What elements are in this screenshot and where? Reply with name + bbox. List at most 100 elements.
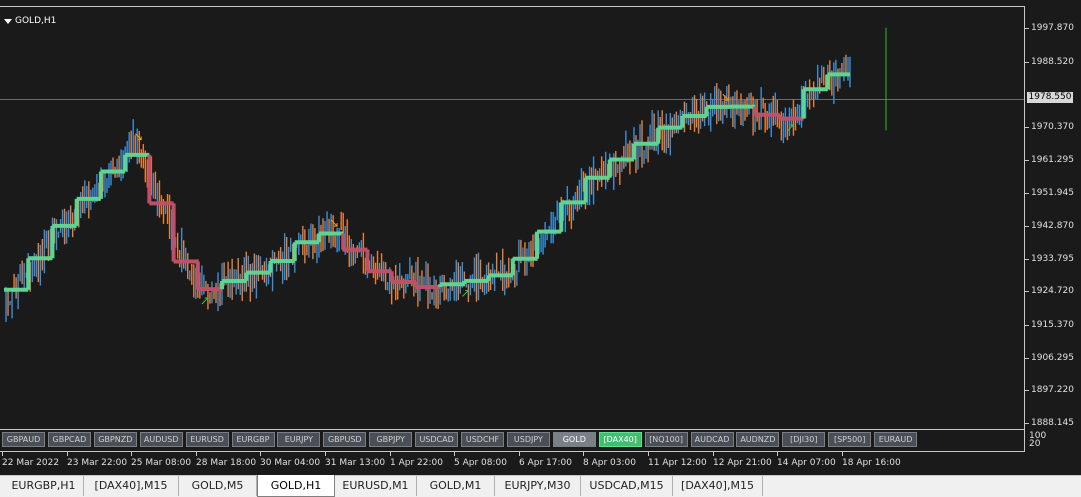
price-tick: 1924.720	[1025, 286, 1081, 298]
current-price-label: 1978.550	[1027, 92, 1073, 103]
price-tick: 1915.370	[1025, 320, 1081, 332]
chart-tab[interactable]: [DAX40],M15	[84, 476, 179, 496]
time-tick-mark	[842, 452, 843, 456]
symbol-button[interactable]: [NQ100]	[644, 432, 688, 447]
sell-arrow-icon: ↘	[133, 130, 143, 144]
price-tick: 1951.945	[1025, 188, 1081, 200]
time-tick-label: 30 Mar 04:00	[260, 458, 321, 468]
time-tick-label: 28 Mar 18:00	[196, 458, 257, 468]
time-tick-label: 5 Apr 08:00	[454, 458, 507, 468]
time-tick-mark	[777, 452, 778, 456]
price-tick-mark	[1025, 28, 1029, 29]
price-tick-label: 1933.795	[1031, 253, 1074, 264]
price-tick: 1888.145	[1025, 418, 1081, 430]
chart-tab[interactable]: GOLD,H1	[257, 475, 335, 497]
price-tick: 1997.870	[1025, 23, 1081, 35]
symbol-button[interactable]: AUDUSD	[139, 432, 183, 447]
price-tick-label: 1897.220	[1031, 385, 1074, 396]
chart-tab[interactable]: USDCAD,M15	[581, 476, 673, 496]
price-tick: 1906.295	[1025, 353, 1081, 365]
time-tick-mark	[260, 452, 261, 456]
symbol-button[interactable]: AUDNZD	[736, 432, 780, 447]
time-tick-label: 14 Apr 07:00	[777, 458, 836, 468]
time-tick-label: 25 Mar 08:00	[131, 458, 192, 468]
price-tick-mark	[1025, 126, 1029, 128]
price-axis[interactable]: 1997.870 1988.520 1970.370 1961.295 1951.945…	[1025, 6, 1081, 430]
price-tick-mark	[1025, 159, 1029, 161]
price-tick: 1961.295	[1025, 155, 1081, 167]
symbol-button[interactable]: [DAX40]	[598, 432, 642, 447]
price-tick-mark	[1025, 61, 1029, 63]
symbol-button[interactable]: GOLD	[552, 432, 596, 447]
chart-tab[interactable]: GOLD,M1	[417, 476, 495, 496]
price-tick-mark	[1025, 357, 1029, 359]
symbol-button[interactable]: GBPJPY	[369, 432, 413, 447]
symbol-button[interactable]: GBPNZD	[93, 432, 137, 447]
time-tick-mark	[583, 452, 584, 456]
chart-tab[interactable]: [DAX40],M15	[673, 476, 763, 496]
symbol-button[interactable]: EURUSD	[185, 432, 229, 447]
symbol-button[interactable]: AUDCAD	[690, 432, 734, 447]
price-tick: 1933.795	[1025, 254, 1081, 266]
price-tick-label: 1970.370	[1031, 121, 1074, 132]
symbol-button[interactable]: EURGBP	[231, 432, 275, 447]
price-tick-label: 1924.720	[1031, 286, 1074, 297]
time-tick-mark	[713, 452, 714, 456]
symbol-button[interactable]: USDCAD	[415, 432, 459, 447]
time-tick-mark	[519, 452, 520, 456]
symbol-button[interactable]: USDJPY	[506, 432, 550, 447]
time-tick-mark	[325, 452, 326, 456]
price-tick-label: 1961.295	[1031, 154, 1074, 165]
time-tick-label: 8 Apr 03:00	[583, 458, 636, 468]
symbol-button[interactable]: GBPCAD	[47, 432, 91, 447]
symbol-button[interactable]: GBPUSD	[323, 432, 367, 447]
sell-arrow-icon: ↘	[329, 216, 339, 230]
sell-arrow-icon: ↘	[721, 90, 731, 104]
time-tick-mark	[648, 452, 649, 456]
buy-arrow-icon: ↗	[200, 293, 210, 307]
chart-tab[interactable]: EURUSD,M1	[335, 476, 417, 496]
price-tick-label: 1942.870	[1031, 220, 1074, 231]
price-tick-mark	[1025, 258, 1029, 260]
symbol-button[interactable]: [DJI30]	[782, 432, 826, 447]
time-tick-label: 22 Mar 2022	[2, 458, 60, 468]
indicator-scale-min: 20	[1029, 439, 1041, 449]
symbol-button[interactable]: USDCHF	[461, 432, 504, 447]
symbol-button-panel: GBPAUD GBPCAD GBPNZD AUDUSD EURUSD EURGBP EURJ…	[0, 430, 1025, 452]
symbol-button[interactable]: EURJPY	[277, 432, 321, 447]
buy-arrow-icon: ↗	[460, 286, 470, 300]
time-tick-label: 12 Apr 21:00	[713, 458, 772, 468]
time-axis[interactable]: 22 Mar 2022 23 Mar 22:00 25 Mar 08:00 28 Ma…	[0, 452, 1025, 472]
time-tick-label: 23 Mar 22:00	[67, 458, 128, 468]
chart-tab-bar: EURGBP,H1 [DAX40],M15 GOLD,M5 GOLD,H1 EURUSD…	[0, 475, 1081, 497]
symbol-button[interactable]: GBPAUD	[2, 432, 45, 447]
price-tick-label: 1915.370	[1031, 319, 1074, 330]
chart-tab[interactable]: EURJPY,M30	[495, 476, 581, 496]
price-tick: 1988.520	[1025, 57, 1081, 69]
buy-arrow-icon: ↗	[785, 121, 795, 135]
price-tick-mark	[1025, 423, 1029, 424]
symbol-button[interactable]: EURAUD	[874, 432, 918, 447]
chart-window[interactable]: ↘ ↗ ↘ ↗ ↘ ↗ GOLD,H1 1997.870 1988.520 1970.370 1…	[0, 0, 1081, 475]
price-tick-mark	[1025, 225, 1029, 227]
dropdown-triangle-icon[interactable]	[4, 18, 12, 24]
price-plot-area[interactable]: ↘ ↗ ↘ ↗ ↘ ↗ GOLD,H1	[0, 6, 1025, 430]
chart-tab[interactable]: EURGBP,H1	[4, 476, 84, 496]
chart-tab[interactable]: GOLD,M5	[179, 476, 257, 496]
price-tick: 1942.870	[1025, 221, 1081, 233]
time-tick-mark	[390, 452, 391, 456]
time-tick-label: 6 Apr 17:00	[519, 458, 572, 468]
price-tick-mark	[1025, 390, 1029, 392]
time-tick-label: 31 Mar 13:00	[325, 458, 386, 468]
price-tick-mark	[1025, 291, 1029, 293]
price-chart-svg: ↘ ↗ ↘ ↗ ↘ ↗	[0, 27, 1024, 322]
price-tick-label: 1988.520	[1031, 56, 1074, 67]
symbol-button[interactable]: [SP500]	[828, 432, 872, 447]
symbol-title-text: GOLD,H1	[15, 16, 57, 26]
price-tick-label: 1951.945	[1031, 188, 1074, 199]
symbol-title[interactable]: GOLD,H1	[4, 16, 56, 26]
price-tick-label: 1997.870	[1031, 23, 1074, 33]
time-tick-label: 18 Apr 16:00	[842, 458, 901, 468]
indicator-scale: 100 20	[1029, 432, 1046, 449]
time-tick-mark	[131, 452, 132, 456]
